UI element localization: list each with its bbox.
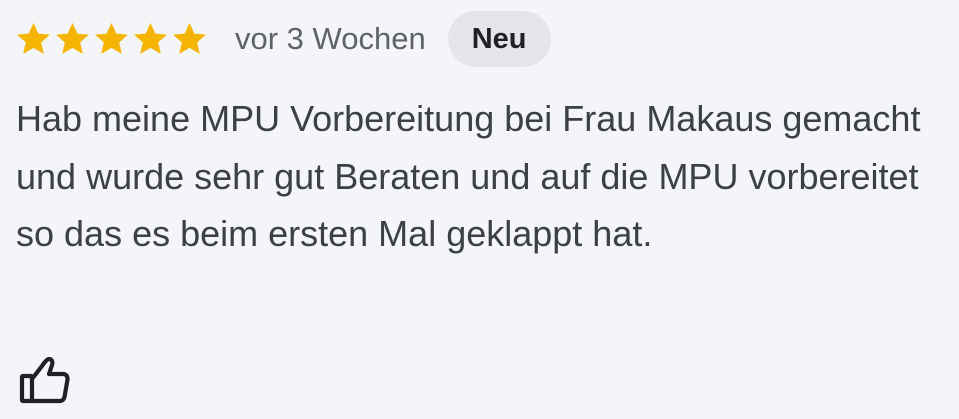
star-icon <box>14 20 53 58</box>
new-badge: Neu <box>447 11 551 67</box>
star-icon <box>92 20 131 58</box>
thumb-up-outline-icon <box>19 356 70 404</box>
like-button[interactable] <box>14 352 74 408</box>
star-icon <box>131 20 170 58</box>
star-icon <box>53 20 92 58</box>
review-time: vor 3 Wochen <box>235 21 426 56</box>
review-meta: vor 3 Wochen Neu <box>14 11 551 67</box>
review-card: vor 3 Wochen Neu Hab meine MPU Vorbereit… <box>0 0 959 419</box>
star-icon <box>170 20 209 58</box>
star-rating <box>14 20 209 58</box>
review-text: Hab meine MPU Vorbereitung bei Frau Maka… <box>16 98 921 254</box>
